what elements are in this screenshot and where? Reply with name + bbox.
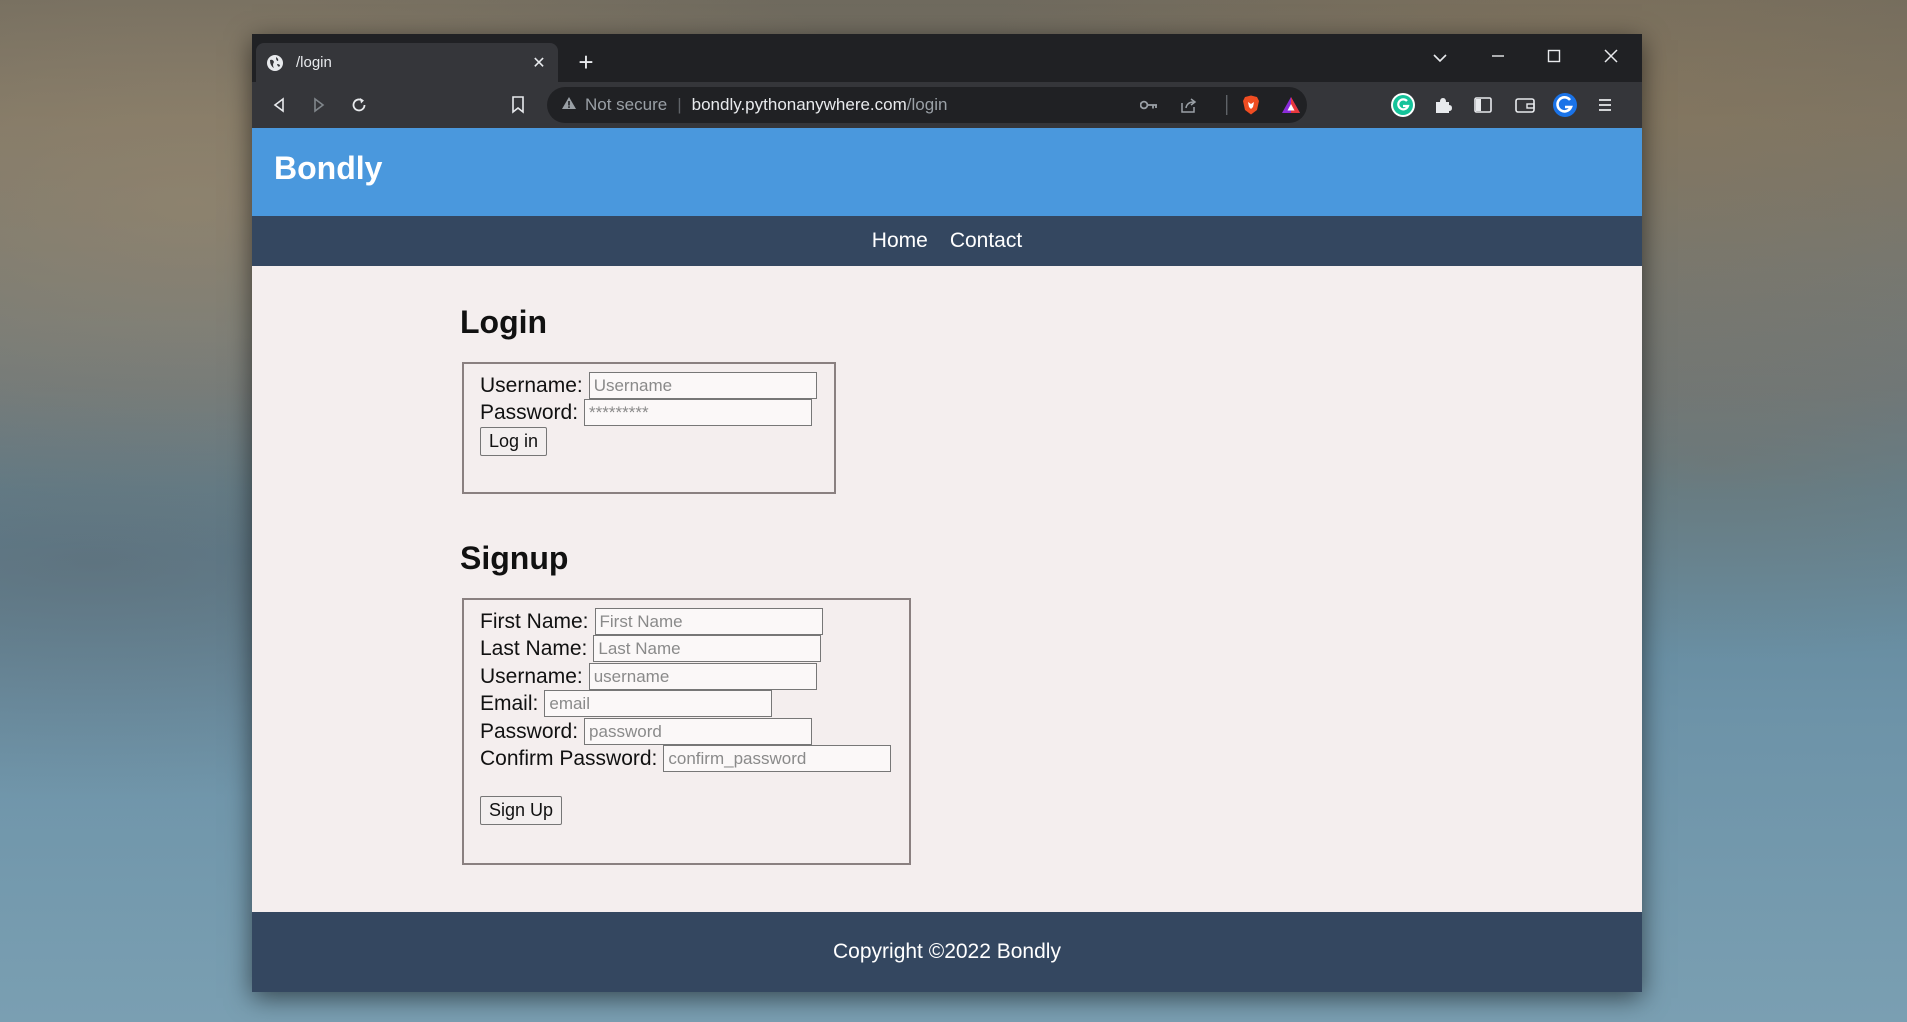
login-username-input[interactable] [588,372,817,399]
brave-rewards-icon[interactable] [1279,94,1303,116]
address-separator: | [677,95,682,114]
sidebar-icon[interactable] [1468,90,1498,120]
site-footer: Copyright ©2022 Bondly [252,912,1642,992]
signup-username-input[interactable] [588,663,817,690]
main-content: Login Username: Password: Log in Signup … [252,266,1642,912]
site-header: Bondly [252,128,1642,216]
warning-icon[interactable] [561,95,577,115]
divider [1215,94,1239,116]
menu-icon[interactable] [1590,90,1620,120]
login-form: Username: Password: Log in [462,362,836,494]
signup-username-label: Username: [480,664,583,688]
extensions-icon[interactable] [1428,90,1458,120]
nav-link-home[interactable]: Home [872,229,928,253]
share-icon[interactable] [1177,94,1201,116]
signup-password-row: Password: [480,718,813,745]
close-window-icon[interactable] [1593,44,1629,70]
signup-password-label: Password: [480,719,579,743]
key-icon[interactable] [1137,94,1161,116]
wallet-icon[interactable] [1510,90,1540,120]
address-host: bondly.pythonanywhere.com [691,95,907,114]
signup-last-name-label: Last Name: [480,636,588,660]
signup-last-name-row: Last Name: [480,635,822,662]
forward-icon[interactable] [304,90,334,120]
signup-first-name-input[interactable] [594,608,823,635]
footer-copyright: Copyright ©2022 Bondly [833,940,1061,963]
login-password-input[interactable] [584,399,813,426]
site-brand[interactable]: Bondly [274,150,382,187]
site-nav: Home Contact [252,216,1642,266]
bookmark-icon[interactable] [503,90,533,120]
security-label[interactable]: Not secure [585,95,667,115]
signup-password-input[interactable] [584,718,813,745]
signup-email-input[interactable] [544,690,773,717]
tab-active[interactable]: /login ✕ [256,43,558,82]
reload-icon[interactable] [344,90,374,120]
login-username-label: Username: [480,373,583,397]
signup-heading: Signup [460,540,569,576]
signup-button[interactable]: Sign Up [480,796,563,825]
close-tab-icon[interactable]: ✕ [530,53,548,73]
signup-username-row: Username: [480,663,817,690]
login-button[interactable]: Log in [480,427,548,456]
signup-confirm-password-label: Confirm Password: [480,746,658,770]
address-bar[interactable]: Not secure | bondly.pythonanywhere.com/l… [547,87,1307,123]
signup-email-row: Email: [480,690,773,717]
nav-link-contact[interactable]: Contact [950,229,1022,253]
login-heading: Login [460,304,548,340]
globe-icon [266,54,284,72]
signup-form: First Name: Last Name: Username: Email: … [462,598,911,865]
login-password-label: Password: [480,400,579,424]
signup-first-name-label: First Name: [480,609,589,633]
tab-title: /login [296,54,332,71]
grammarly-icon[interactable] [1388,90,1418,120]
signup-confirm-password-row: Confirm Password: [480,745,892,772]
maximize-icon[interactable] [1536,44,1572,70]
minimize-icon[interactable] [1480,44,1516,70]
signup-email-label: Email: [480,691,539,715]
profile-avatar-icon[interactable] [1550,90,1580,120]
tab-bar: /login ✕ + [252,34,1642,82]
brave-shields-icon[interactable] [1239,94,1263,116]
address-path: /login [906,95,948,114]
page-viewport: Bondly Home Contact Login Username: Pass… [252,128,1642,992]
back-icon[interactable] [264,90,294,120]
tab-search-icon[interactable] [1422,44,1458,70]
signup-confirm-password-input[interactable] [663,745,892,772]
browser-window: /login ✕ + Not secure | bondly.pythonany… [252,34,1642,992]
signup-first-name-row: First Name: [480,608,823,635]
signup-last-name-input[interactable] [593,635,822,662]
login-password-row: Password: [480,399,813,426]
browser-toolbar: Not secure | bondly.pythonanywhere.com/l… [252,82,1642,128]
login-username-row: Username: [480,372,817,399]
new-tab-button[interactable]: + [572,48,600,76]
